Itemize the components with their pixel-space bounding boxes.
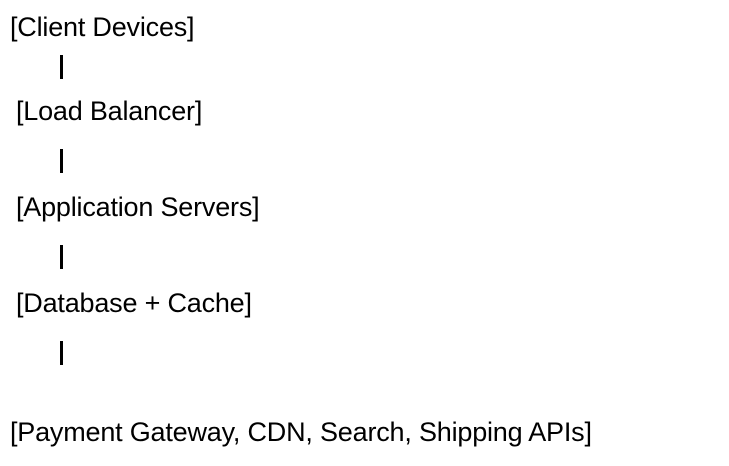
- connector-load-balancer-to-app-servers: [56, 145, 66, 177]
- architecture-diagram: [Client Devices] [Load Balancer] [Applic…: [0, 0, 729, 466]
- node-client-devices: [Client Devices]: [10, 12, 195, 42]
- node-external-services: [Payment Gateway, CDN, Search, Shipping …: [10, 417, 592, 447]
- connector-app-servers-to-database: [56, 241, 66, 273]
- connector-database-to-external-services: [56, 337, 66, 369]
- connector-client-to-load-balancer: [56, 51, 66, 83]
- node-application-servers: [Application Servers]: [16, 192, 260, 222]
- node-load-balancer: [Load Balancer]: [16, 96, 203, 126]
- node-database-cache: [Database + Cache]: [16, 288, 252, 318]
